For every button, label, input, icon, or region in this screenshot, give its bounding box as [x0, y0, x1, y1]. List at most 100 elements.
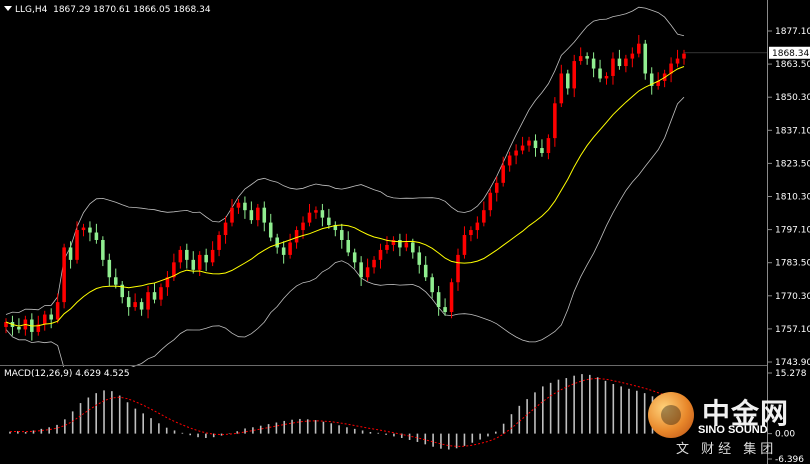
candle-body — [404, 242, 409, 248]
candle-body — [540, 148, 544, 154]
candle-body — [423, 264, 428, 278]
price-candle — [546, 134, 551, 160]
candle-body — [494, 182, 499, 193]
bollinger-lower-line — [5, 96, 685, 367]
price-candle — [314, 206, 318, 219]
price-candle — [398, 233, 402, 257]
candle-body — [533, 140, 538, 149]
candle-body — [197, 254, 202, 270]
candle-body — [75, 230, 79, 260]
candle-body — [230, 207, 234, 223]
price-candle — [210, 241, 215, 267]
candle-body — [185, 249, 189, 260]
price-candle — [327, 208, 331, 229]
price-candle — [133, 293, 137, 311]
candle-body — [385, 244, 389, 250]
candle-body — [572, 61, 577, 89]
candle-body — [327, 217, 331, 226]
price-candle — [307, 203, 312, 227]
price-candle — [204, 248, 208, 272]
candle-body — [94, 232, 99, 240]
price-candle — [378, 243, 383, 269]
pane-separator[interactable] — [0, 365, 767, 366]
candle-body — [475, 222, 480, 231]
price-candle — [126, 290, 131, 316]
candle-body — [520, 145, 525, 151]
price-candle — [637, 34, 641, 58]
price-candle — [604, 72, 609, 85]
price-candle — [346, 231, 351, 257]
candle-body — [352, 252, 357, 263]
price-axis-line — [767, 0, 768, 367]
price-chart[interactable]: 1877.10 1863.50 1850.30 1837.10 1823.50 1810.… — [0, 0, 810, 367]
price-candle — [223, 216, 228, 244]
candle-body — [191, 259, 196, 270]
price-candle — [482, 201, 486, 227]
price-candle — [178, 246, 183, 269]
candle-body — [294, 230, 299, 243]
moving-average-line — [5, 66, 685, 327]
price-candle — [62, 243, 66, 309]
price-candle — [501, 156, 505, 187]
price-candle — [520, 136, 525, 155]
candle-body — [469, 230, 473, 236]
price-candle — [23, 315, 28, 336]
candle-body — [152, 292, 157, 300]
price-candle — [197, 251, 202, 277]
price-candle — [249, 201, 254, 224]
price-candle — [514, 144, 518, 165]
price-candle — [75, 221, 79, 264]
candle-body — [301, 222, 305, 231]
candle-body — [262, 207, 267, 223]
candle-body — [288, 242, 292, 255]
price-candle — [540, 139, 544, 157]
candle-body — [126, 297, 131, 308]
candle-body — [101, 239, 105, 260]
price-candle — [649, 67, 654, 95]
price-candle — [88, 221, 92, 242]
watermark-sub-text: 文 财经 集团 — [676, 442, 778, 457]
candle-body — [501, 165, 505, 183]
candle-body — [436, 292, 441, 308]
price-candle — [165, 271, 170, 296]
price-candle — [191, 251, 196, 274]
price-candle — [120, 280, 125, 304]
candle-body — [488, 192, 493, 211]
price-candle — [591, 52, 596, 78]
candle-body — [339, 230, 344, 240]
price-candle — [372, 256, 376, 274]
price-candle — [436, 285, 441, 316]
candle-body — [559, 73, 564, 104]
price-candle — [256, 203, 260, 227]
candle-body — [611, 58, 615, 76]
candle-body — [249, 210, 254, 221]
price-candle — [488, 189, 493, 217]
price-candle — [417, 246, 422, 274]
price-candle — [404, 233, 409, 252]
price-candle — [423, 256, 428, 281]
price-tick-label: 1823.50 — [775, 159, 810, 169]
price-candle — [559, 64, 564, 108]
candle-body — [598, 68, 602, 79]
candle-body — [456, 254, 460, 283]
price-candle — [243, 196, 247, 219]
candle-body — [430, 277, 434, 293]
price-candle — [172, 253, 176, 281]
candle-body — [49, 314, 53, 320]
price-candle — [682, 49, 686, 65]
price-candle — [30, 313, 34, 341]
logo-swirl-icon — [648, 392, 694, 438]
candle-body — [591, 58, 596, 69]
macd-signal-line — [9, 377, 677, 447]
dropdown-arrow-icon[interactable] — [4, 6, 12, 11]
candle-body — [107, 259, 112, 278]
candle-body — [217, 235, 221, 250]
price-candle — [49, 308, 53, 329]
price-candle — [565, 69, 570, 95]
candle-body — [236, 202, 241, 208]
price-candle — [281, 241, 286, 264]
watermark-logo: 中金网 SINO SOUND 文 财经 集团 — [640, 388, 810, 464]
price-candle — [146, 285, 150, 319]
price-candle — [101, 236, 105, 267]
candle-body — [462, 235, 467, 255]
